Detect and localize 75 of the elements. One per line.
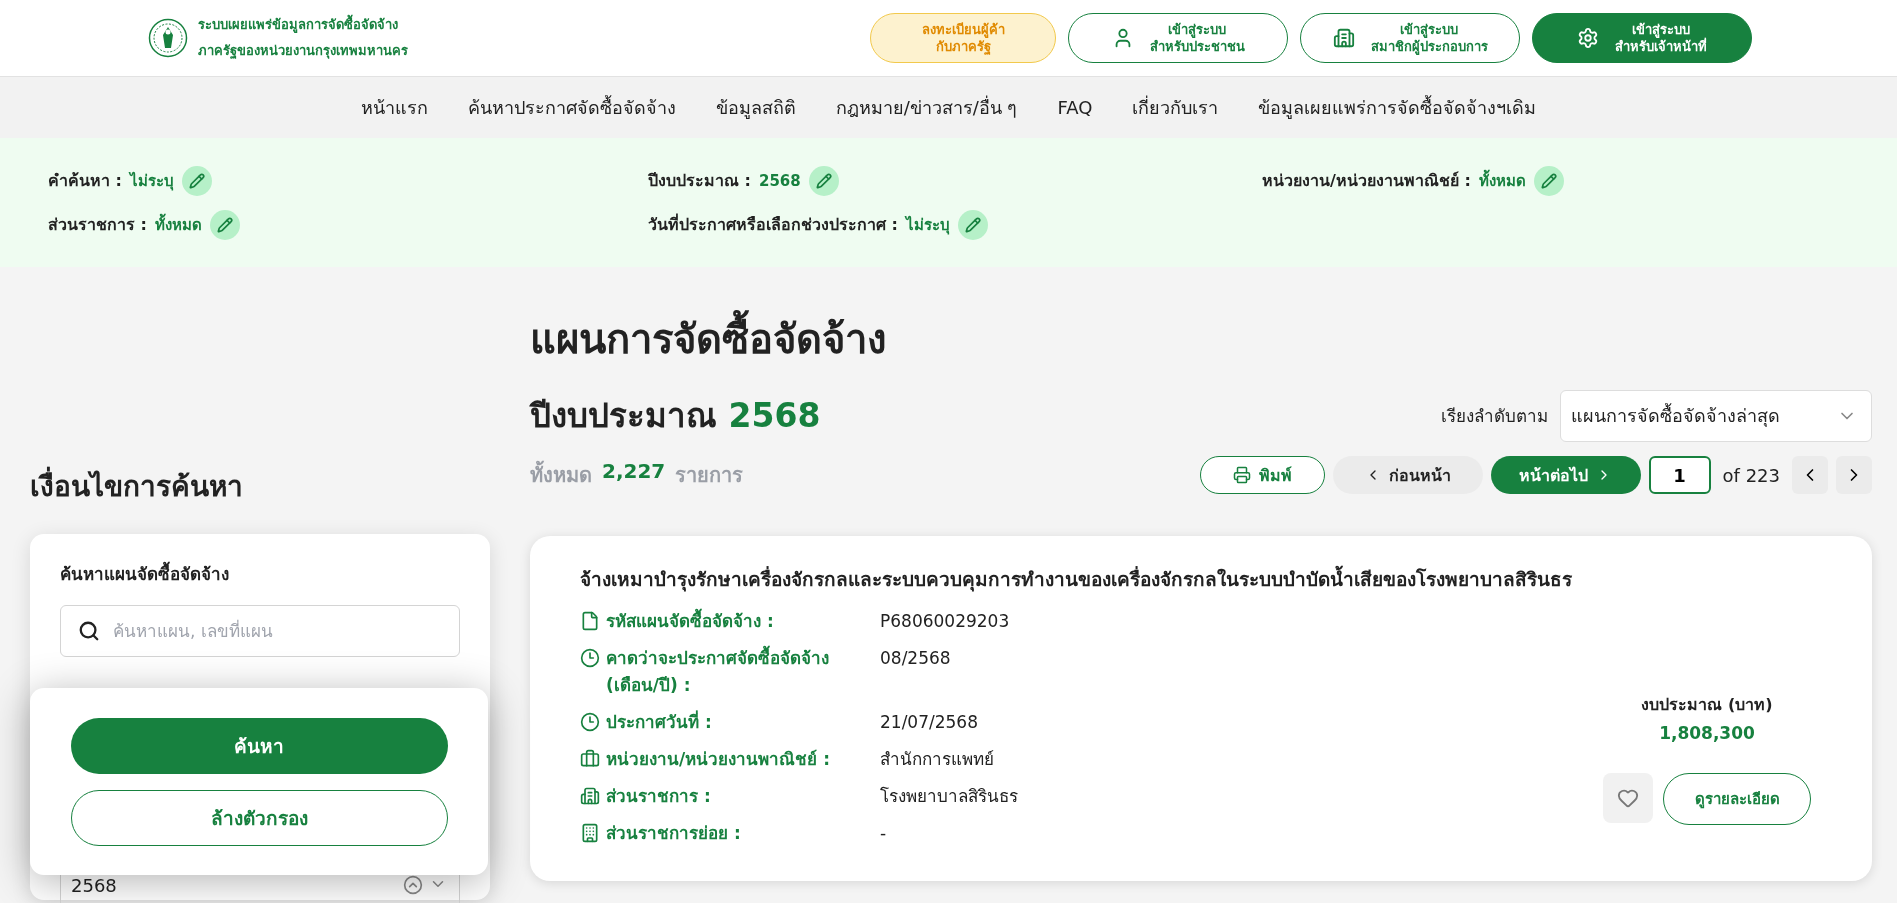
sort-select[interactable]: แผนการจัดซื้อจัดจ้างล่าสุด [1560, 389, 1872, 442]
settings-icon [1577, 27, 1599, 49]
filter-label: ปีงบประมาณ : [648, 170, 751, 192]
budget-amount: 1,808,300 [1659, 723, 1755, 743]
detail-label: ประกาศวันที่ : [606, 709, 712, 734]
building-icon [1332, 27, 1355, 49]
filter-label: คำค้นหา : [48, 170, 122, 192]
filter-value: ทั้งหมด [1478, 168, 1526, 192]
heart-icon [1617, 787, 1639, 809]
login-button[interactable]: เข้าสู่ระบบ สมาชิกผู้ประกอบการ [1300, 13, 1520, 63]
detail-value: - [880, 822, 888, 845]
filter-value: 2568 [758, 171, 801, 190]
plan-title: จ้างเหมาบำรุงรักษาเครื่องจักรกลและระบบควบคุมการทำงานของเครื่องจักรกลในระบบบำบัดน้ำเสียของโรงพยาบาลสิรินธร [580, 564, 1572, 594]
filter-label: วันที่ประกาศหรือเลือกช่วงประกาศ : [648, 212, 898, 236]
document-icon [580, 611, 600, 631]
login-button[interactable]: เข้าสู่ระบบ สำหรับเจ้าหน้าที่ [1532, 13, 1752, 63]
edit-button[interactable] [209, 209, 240, 240]
detail-value: 21/07/2568 [880, 711, 979, 734]
field-label: ค้นหาแผนจัดซื้อจัดจ้าง [60, 560, 460, 587]
login-button[interactable]: เข้าสู่ระบบ สำหรับประชาชน [1068, 13, 1288, 63]
detail-label: คาดว่าจะประกาศจัดซื้อจัดจ้าง (เดือน/ปี) : [606, 645, 876, 699]
detail-label: ส่วนราชการ : [606, 785, 711, 808]
search-field[interactable]: ค้นหาแผน, เลขที่แผน [60, 605, 460, 657]
sort-label: เรียงลำดับตาม [1441, 405, 1548, 428]
edit-button[interactable] [957, 209, 988, 240]
sidebar-heading: เงื่อนไขการค้นหา [30, 464, 490, 508]
previous-button[interactable]: ก่อนหน้า [1332, 456, 1483, 494]
nav-link[interactable]: ข้อมูลเผยแพร่การจัดซื้อจัดจ้างฯเดิม [1258, 93, 1537, 122]
clear-filter-button[interactable]: ล้างตัวกรอง [70, 789, 448, 846]
printer-icon [1232, 466, 1251, 484]
logo-icon [148, 18, 188, 58]
budget-label: งบประมาณ (บาท) [1641, 694, 1773, 716]
clock-icon [580, 648, 600, 668]
page-count: of 223 [1722, 464, 1780, 486]
filter-value: ไม่ระบุ [905, 214, 950, 237]
print-button[interactable]: พิมพ์ [1199, 456, 1325, 494]
clock-icon [580, 712, 600, 732]
detail-label: หน่วยงาน/หน่วยงานพาณิชย์ : [606, 748, 830, 771]
next-button[interactable]: หน้าต่อไป [1490, 456, 1641, 494]
pencil-icon [216, 216, 233, 233]
detail-label: รหัสแผนจัดซื้อจัดจ้าง : [606, 608, 774, 635]
clear-icon[interactable] [403, 875, 423, 895]
search-button[interactable]: ค้นหา [70, 717, 448, 774]
detail-value: โรงพยาบาลสิรินธร [880, 785, 1019, 808]
favorite-button[interactable] [1603, 773, 1653, 823]
pencil-icon [1540, 172, 1557, 189]
filter-value: ไม่ระบุ [129, 170, 174, 193]
detail-value: สำนักการแพทย์ [880, 748, 995, 771]
edit-button[interactable] [181, 165, 212, 196]
page-field[interactable]: 1 [1648, 456, 1711, 494]
nav-link[interactable]: FAQ [1057, 97, 1093, 118]
detail-value: 08/2568 [880, 647, 952, 670]
nav-link[interactable]: ข้อมูลสถิติ [715, 93, 796, 122]
nav-link[interactable]: ค้นหาประกาศจัดซื้อจัดจ้าง [467, 93, 676, 122]
edit-button[interactable] [808, 165, 839, 196]
pencil-icon [964, 216, 981, 233]
details-button[interactable]: ดูรายละเอียด [1663, 773, 1811, 825]
filter-label: ส่วนราชการ : [48, 214, 147, 236]
edit-button[interactable] [1533, 165, 1564, 196]
building-icon [580, 823, 600, 843]
filter-value: ทั้งหมด [154, 212, 202, 236]
detail-label: ส่วนราชการย่อย : [606, 822, 741, 845]
fiscal-year-heading: ปีงบประมาณ 2568 [530, 395, 821, 437]
site-title: ระบบเผยแพร่ข้อมูลการจัดซื้อจัดจ้าง ภาครัฐของหน่วยงานกรุงเทพมหานคร [198, 12, 408, 64]
result-count: ทั้งหมด 2,227 รายการ [530, 459, 744, 489]
nav-link[interactable]: กฎหมาย/ข่าวสาร/อื่น ๆ [835, 93, 1018, 122]
nav-link[interactable]: หน้าแรก [360, 93, 428, 122]
nav-link[interactable]: เกี่ยวกับเรา [1132, 93, 1219, 122]
pencil-icon [815, 172, 832, 189]
filter-label: หน่วยงาน/หน่วยงานพาณิชย์ : [1262, 170, 1471, 192]
briefcase-icon [580, 749, 600, 769]
detail-value: P68060029203 [880, 610, 1011, 633]
pencil-icon [188, 172, 205, 189]
page-title: แผนการจัดซื้อจัดจ้าง [530, 307, 1872, 371]
building-icon [580, 786, 600, 806]
